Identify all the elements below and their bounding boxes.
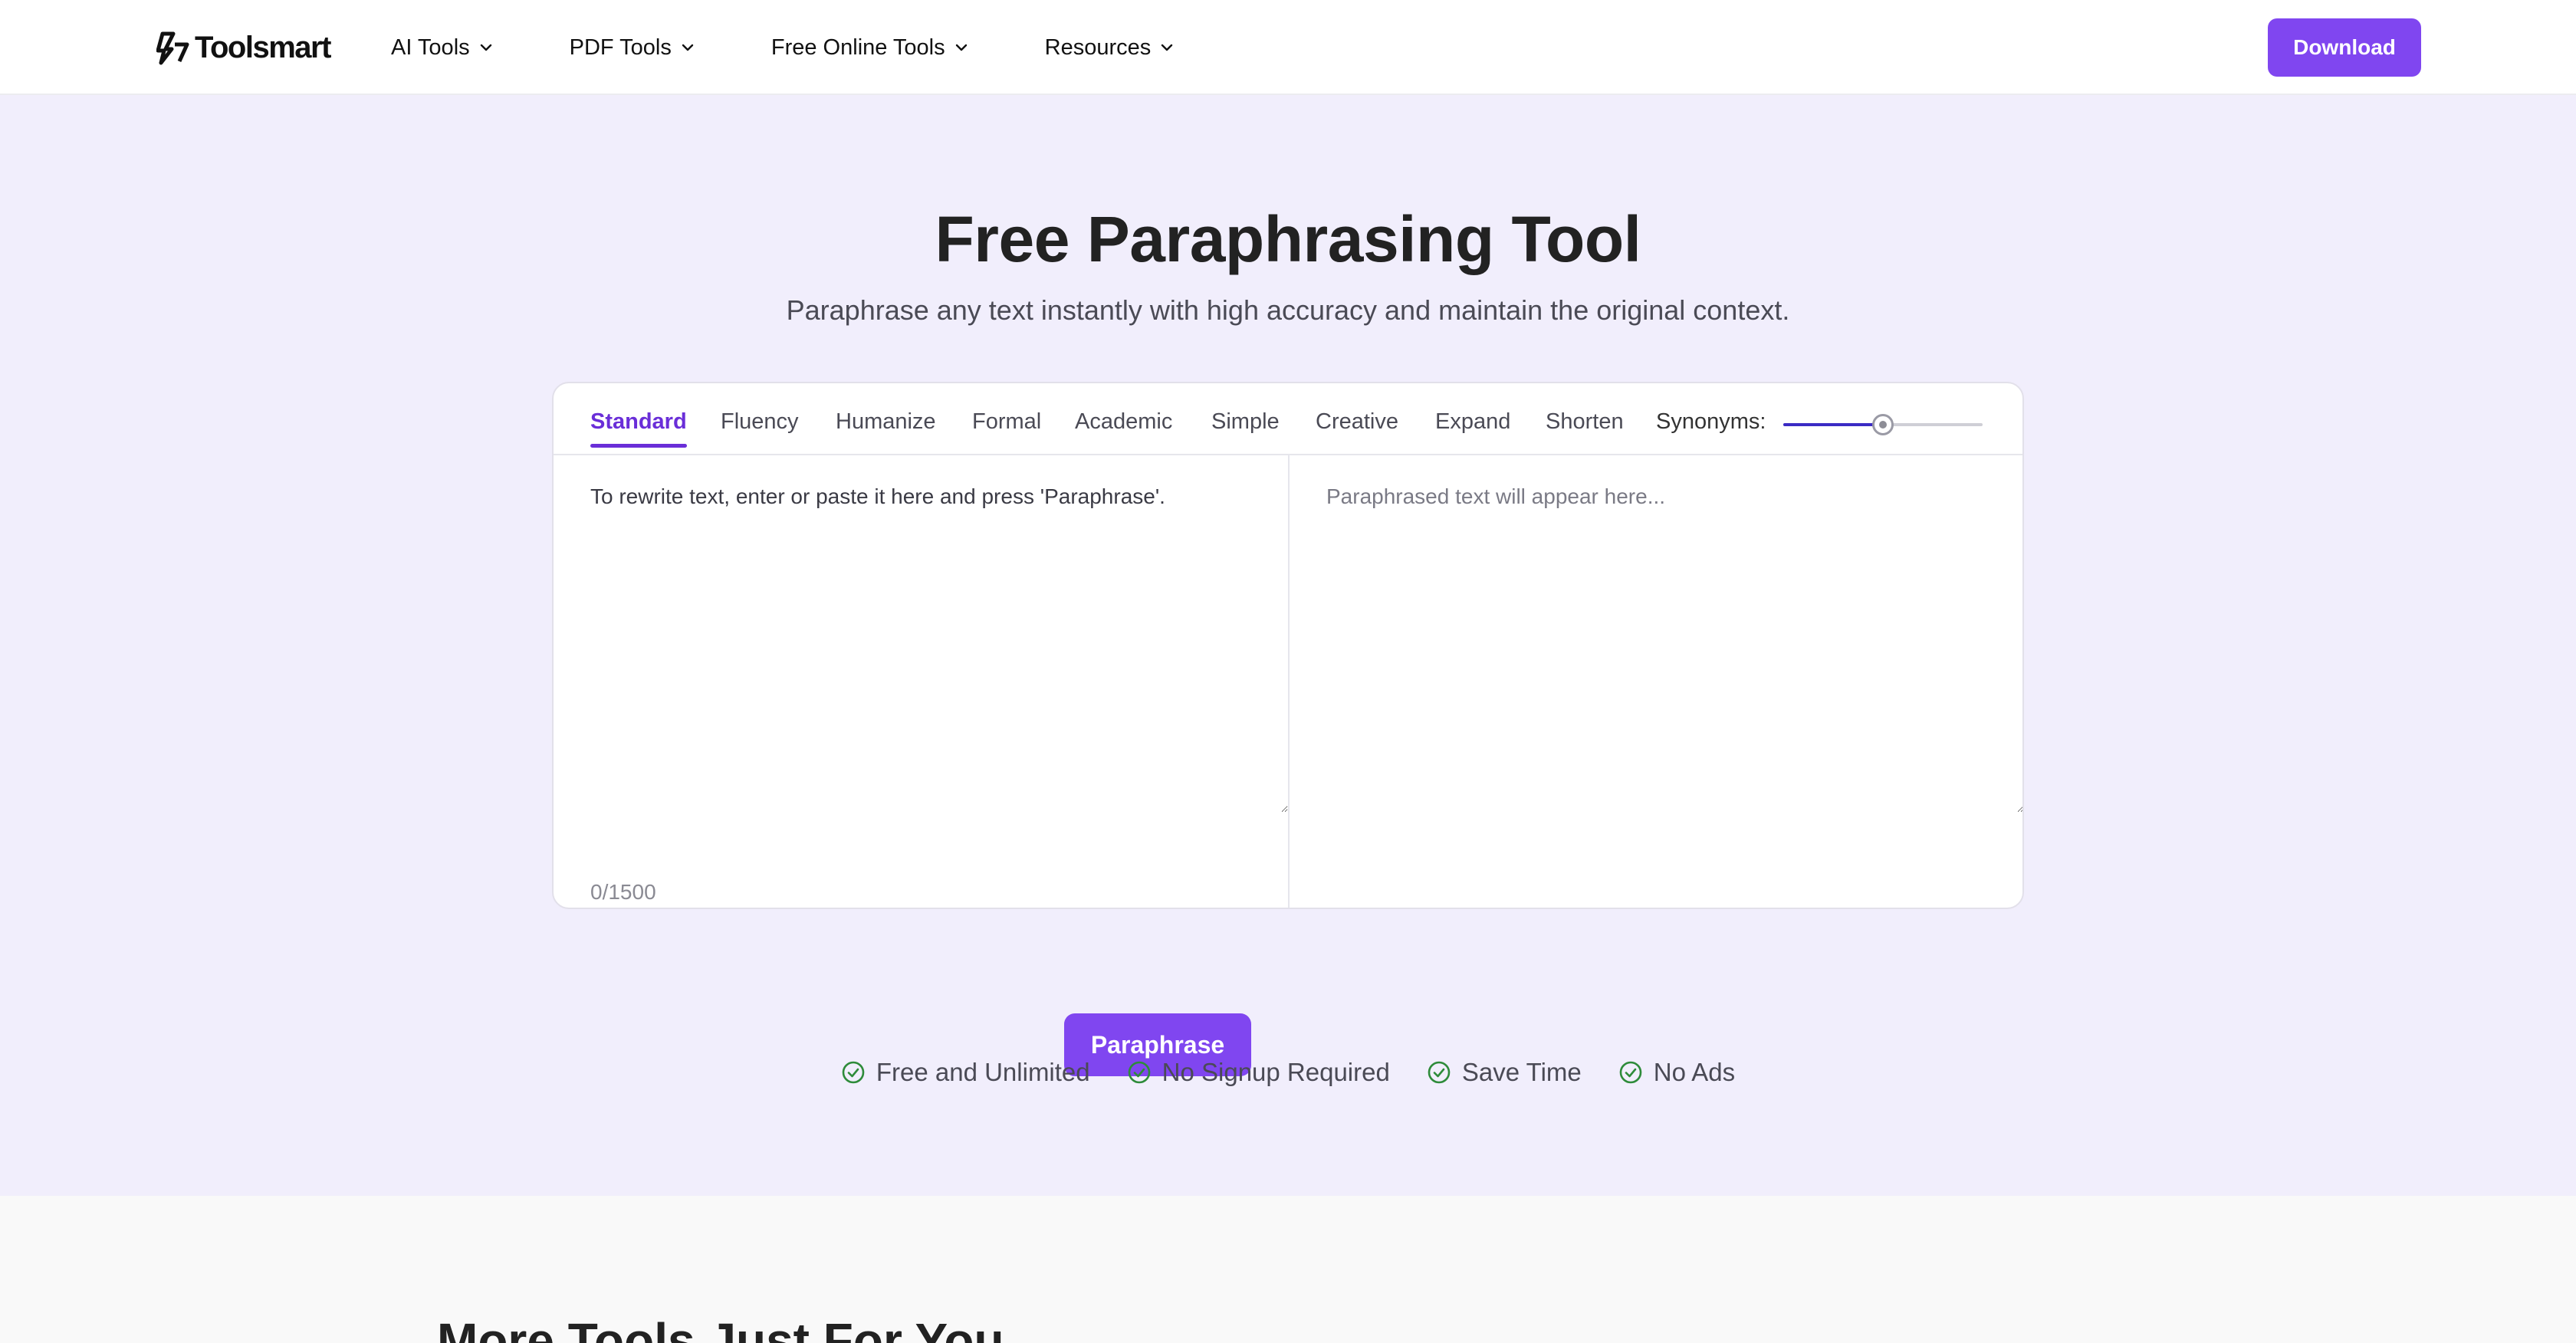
check-circle-icon bbox=[1128, 1061, 1150, 1084]
tab-humanize[interactable]: Humanize bbox=[836, 409, 936, 440]
feature-no-signup: No Signup Required bbox=[1127, 1058, 1390, 1087]
tab-fluency[interactable]: Fluency bbox=[721, 409, 799, 440]
tab-academic[interactable]: Academic bbox=[1075, 409, 1172, 440]
check-circle-icon bbox=[1619, 1061, 1642, 1084]
tab-formal[interactable]: Formal bbox=[972, 409, 1041, 440]
tab-simple[interactable]: Simple bbox=[1211, 409, 1280, 440]
top-navbar: Toolsmart AI Tools PDF Tools Free Online… bbox=[0, 0, 2576, 95]
tab-creative[interactable]: Creative bbox=[1316, 409, 1398, 440]
page-subtitle: Paraphrase any text instantly with high … bbox=[786, 294, 1790, 326]
download-button[interactable]: Download bbox=[2268, 18, 2421, 77]
tab-standard[interactable]: Standard bbox=[590, 409, 687, 448]
main-nav: AI Tools PDF Tools Free Online Tools Res… bbox=[391, 0, 1250, 95]
nav-pdf-tools[interactable]: PDF Tools bbox=[570, 35, 696, 61]
feature-free-unlimited: Free and Unlimited bbox=[841, 1058, 1090, 1087]
chevron-down-icon bbox=[955, 44, 967, 51]
feature-label: No Ads bbox=[1653, 1058, 1736, 1086]
feature-label: Free and Unlimited bbox=[876, 1058, 1090, 1086]
output-text-area[interactable] bbox=[1290, 457, 2022, 813]
check-circle-icon bbox=[1428, 1061, 1451, 1084]
synonyms-label: Synonyms: bbox=[1656, 409, 1766, 434]
brand-logo[interactable]: Toolsmart bbox=[156, 28, 331, 67]
tab-shorten[interactable]: Shorten bbox=[1546, 409, 1624, 440]
chevron-down-icon bbox=[480, 44, 491, 51]
nav-free-online-tools[interactable]: Free Online Tools bbox=[771, 35, 970, 61]
check-circle-icon bbox=[842, 1061, 865, 1084]
brand-name: Toolsmart bbox=[195, 30, 331, 64]
page-title: Free Paraphrasing Tool bbox=[935, 203, 1642, 275]
mode-tabs: Standard Fluency Humanize Formal Academi… bbox=[554, 383, 2022, 455]
hero-section: Free Paraphrasing Tool Paraphrase any te… bbox=[0, 95, 2576, 1196]
nav-resources-label: Resources bbox=[1044, 34, 1152, 60]
nav-ai-tools[interactable]: AI Tools bbox=[391, 35, 495, 61]
chevron-down-icon bbox=[1162, 44, 1173, 51]
input-text-area[interactable] bbox=[554, 457, 1288, 813]
nav-free-online-tools-label: Free Online Tools bbox=[770, 34, 945, 60]
synonyms-slider-fill bbox=[1783, 423, 1883, 426]
character-count: 0/1500 bbox=[590, 880, 656, 904]
feature-label: Save Time bbox=[1461, 1058, 1582, 1086]
synonyms-slider[interactable] bbox=[1783, 414, 1983, 435]
nav-resources[interactable]: Resources bbox=[1045, 35, 1176, 61]
paraphrase-tool-card: Standard Fluency Humanize Formal Academi… bbox=[552, 382, 2024, 909]
synonyms-slider-thumb[interactable] bbox=[1872, 414, 1894, 435]
nav-ai-tools-label: AI Tools bbox=[391, 34, 470, 60]
feature-list: Free and Unlimited No Signup Required Sa… bbox=[0, 1053, 2576, 1092]
tab-expand[interactable]: Expand bbox=[1435, 409, 1510, 440]
feature-save-time: Save Time bbox=[1427, 1058, 1582, 1087]
nav-pdf-tools-label: PDF Tools bbox=[569, 34, 672, 60]
more-tools-title: More Tools Just For You bbox=[437, 1313, 1004, 1343]
chevron-down-icon bbox=[682, 44, 694, 51]
feature-no-ads: No Ads bbox=[1618, 1058, 1735, 1087]
feature-label: No Signup Required bbox=[1162, 1058, 1390, 1086]
lightning-logo-icon bbox=[156, 31, 189, 65]
